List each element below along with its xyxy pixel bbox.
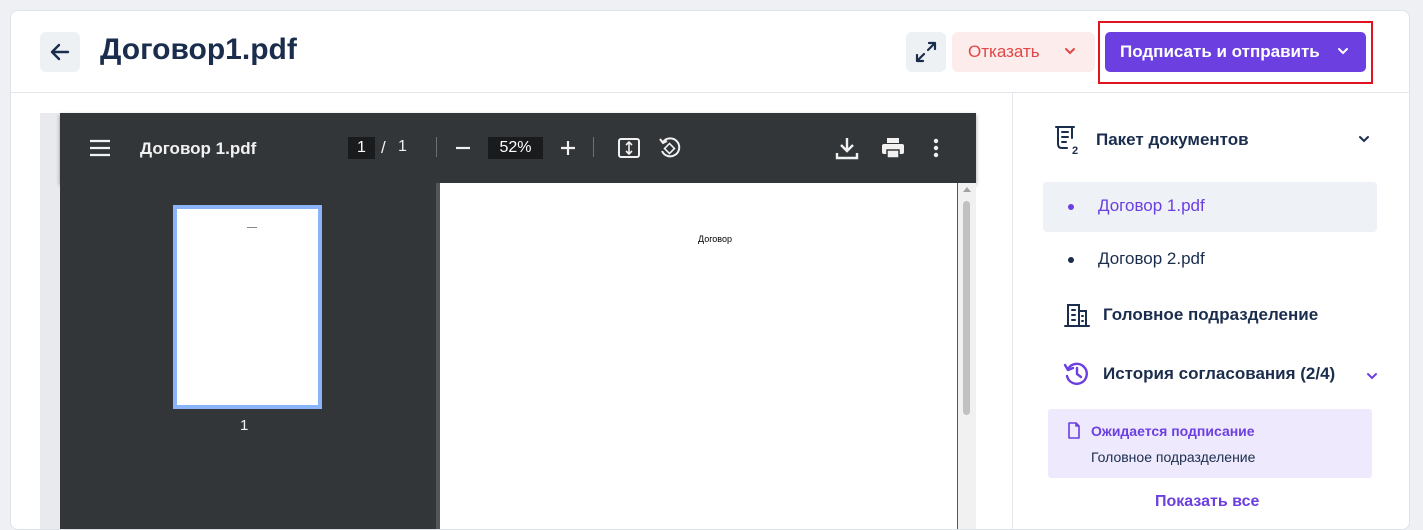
download-icon[interactable] [834, 135, 860, 161]
expand-arrows-icon [915, 41, 937, 63]
document-card: Договор1.pdf Отказать Подписать и отправ… [10, 10, 1410, 530]
reject-label: Отказать [968, 42, 1040, 61]
zoom-input[interactable]: 52% [488, 137, 543, 159]
pdf-viewer: Договор 1.pdf 1 / 1 52% 1 Договор [60, 113, 976, 529]
zoom-in-icon[interactable] [557, 137, 579, 159]
sign-and-send-button[interactable]: Подписать и отправить [1105, 32, 1366, 72]
thumbnail-panel: 1 [60, 183, 436, 529]
page-thumbnail[interactable] [173, 205, 322, 409]
history-icon [1063, 362, 1088, 385]
scroll-up-arrow[interactable] [963, 187, 971, 192]
scrollbar-thumb[interactable] [963, 201, 970, 415]
history-entry-card: Ожидается подписание Головное подразделе… [1048, 409, 1372, 478]
history-org: Головное подразделение [1091, 449, 1256, 465]
back-button[interactable] [40, 32, 80, 72]
bullet-dot [1068, 204, 1074, 210]
document-label: Договор 2.pdf [1098, 249, 1205, 268]
show-all-link[interactable]: Показать все [1155, 493, 1259, 511]
svg-text:2: 2 [1072, 145, 1078, 156]
approval-history-header[interactable]: История согласования (2/4) [1063, 359, 1383, 389]
page-text: Договор [698, 234, 732, 244]
pdf-viewer-container: Договор 1.pdf 1 / 1 52% 1 Договор [40, 113, 976, 529]
sign-label: Подписать и отправить [1120, 42, 1320, 61]
building-icon [1064, 304, 1090, 327]
toolbar-divider [593, 137, 594, 157]
zoom-out-icon[interactable] [452, 137, 474, 159]
history-status: Ожидается подписание [1091, 423, 1255, 439]
page-area: Договор [436, 183, 976, 529]
page-separator: / [381, 138, 386, 157]
reject-button[interactable]: Отказать [952, 32, 1095, 72]
fit-page-icon[interactable] [617, 136, 641, 160]
chevron-down-icon [1065, 48, 1075, 55]
org-unit-label: Головное подразделение [1103, 305, 1319, 324]
document-stack-icon: 2 [1055, 126, 1078, 156]
pdf-page: Договор [440, 183, 957, 529]
document-item[interactable]: Договор 2.pdf [1043, 235, 1377, 285]
chevron-down-icon [1338, 48, 1348, 55]
approval-history-label: История согласования (2/4) [1103, 364, 1336, 383]
header: Договор1.pdf Отказать Подписать и отправ… [11, 11, 1409, 93]
org-unit-row[interactable]: Головное подразделение [1063, 300, 1383, 330]
menu-icon[interactable] [88, 137, 112, 159]
arrow-left-icon [50, 43, 70, 61]
page-total: 1 [398, 138, 407, 155]
rotate-icon[interactable] [657, 136, 681, 160]
package-label: Пакет документов [1096, 130, 1249, 149]
thumbnail-text-line [247, 227, 257, 228]
chevron-down-icon [1367, 373, 1377, 380]
document-label: Договор 1.pdf [1098, 196, 1205, 215]
chevron-down-icon [1359, 136, 1369, 143]
document-package-header[interactable]: 2 Пакет документов [1053, 122, 1383, 158]
scrollbar[interactable] [958, 183, 976, 529]
thumbnail-number: 1 [240, 417, 249, 434]
pdf-toolbar: Договор 1.pdf 1 / 1 52% [60, 113, 976, 183]
print-icon[interactable] [880, 135, 906, 161]
sidebar: 2 Пакет документов Договор 1.pdf Договор… [1012, 93, 1409, 529]
page-number-input[interactable]: 1 [348, 137, 375, 159]
document-item[interactable]: Договор 1.pdf [1043, 182, 1377, 232]
file-icon [1068, 422, 1080, 439]
more-options-icon[interactable] [928, 135, 944, 161]
page-title: Договор1.pdf [100, 33, 297, 66]
bullet-dot [1068, 257, 1074, 263]
toolbar-divider [436, 137, 437, 157]
pdf-doc-name: Договор 1.pdf [140, 139, 257, 158]
expand-button[interactable] [906, 32, 946, 72]
